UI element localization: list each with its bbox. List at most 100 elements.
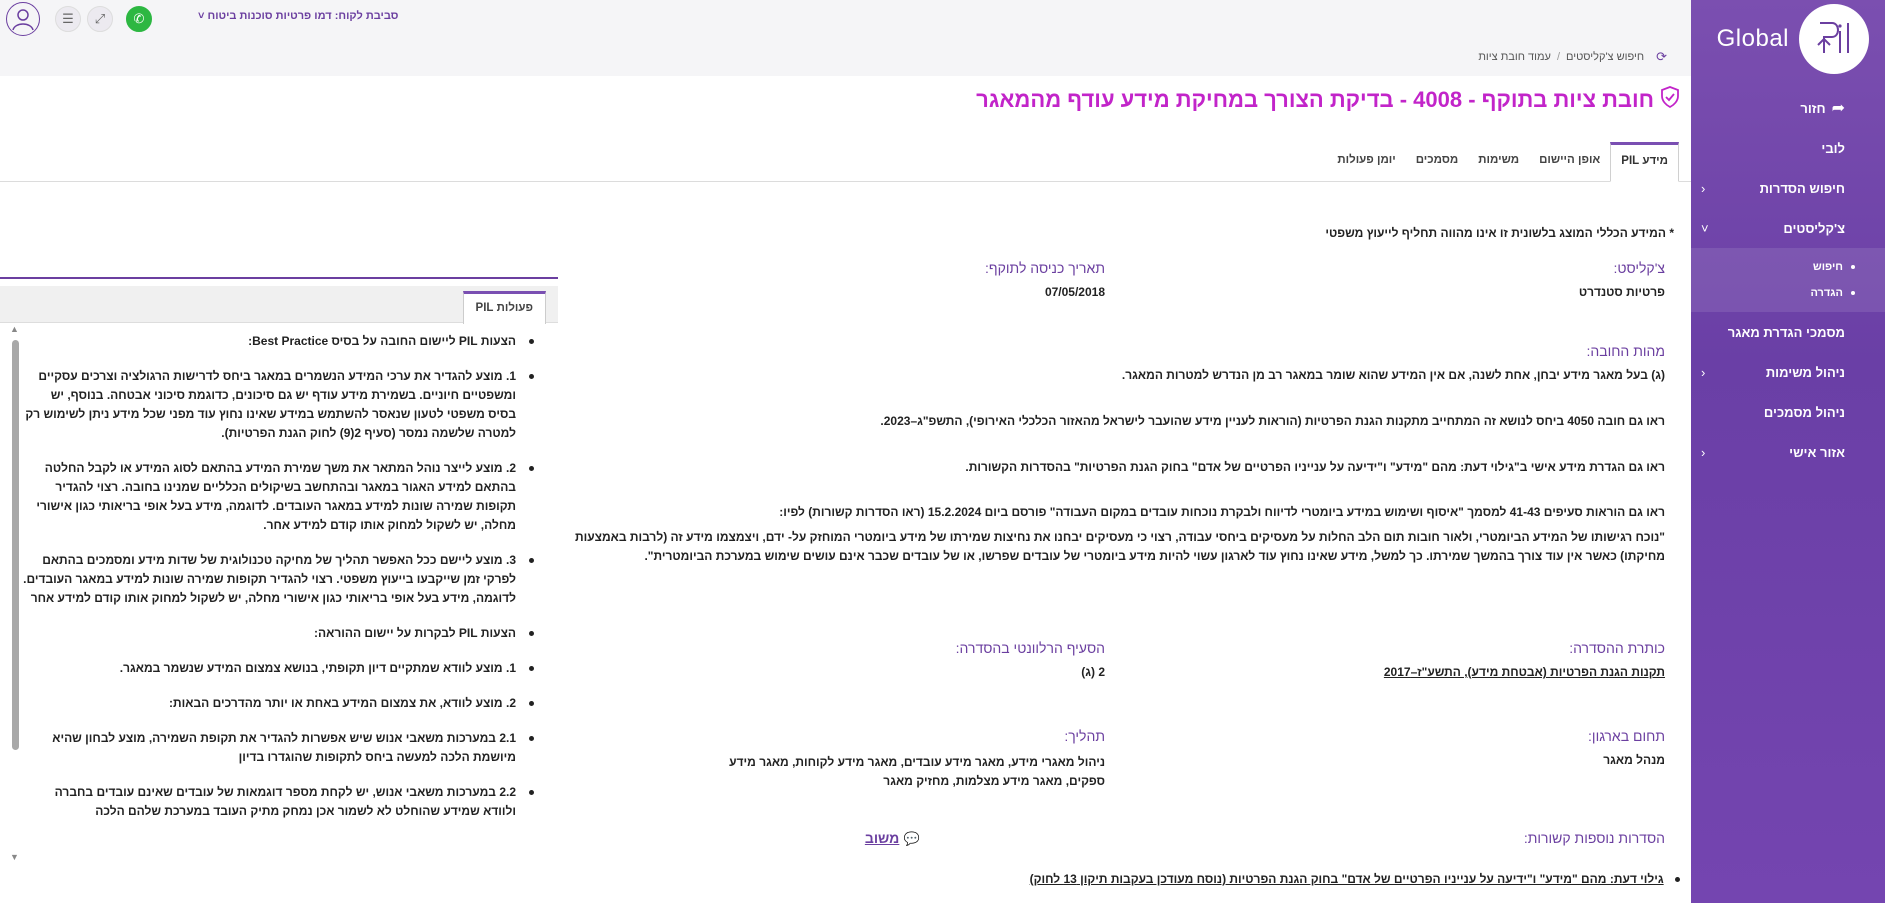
effective-date-label: תאריך כניסה לתוקף: [985,260,1105,276]
sidebar-item-checklists[interactable]: צ'קליסטים ˅ [1691,208,1885,248]
checklist-field: צ'קליסט: פרטיות סטנדרט [1125,260,1665,299]
sidebar-subitem-definition[interactable]: הגדרה [1691,280,1885,306]
list-item: הצעות PIL ליישום החובה על בסיס Best Prac… [22,332,542,351]
essence-para: "נוכח רגישותו של המידע הביומטרי, ולאור ח… [575,530,1665,563]
essence-para: ראו גם חובה 4050 ביחס לנושא זה המתחייב מ… [880,414,1665,428]
fullscreen-button[interactable]: ⤢ [87,6,113,32]
tab-implementation[interactable]: אופן היישום [1529,142,1610,182]
sidebar-item-label: צ'קליסטים [1783,220,1845,236]
process-value: ניהול מאגרי מידע, מאגר מידע עובדים, מאגר… [729,755,1105,788]
tab-pil-info[interactable]: מידע PIL [1610,142,1679,182]
panel-body: הצעות PIL ליישום החובה על בסיס Best Prac… [14,322,552,862]
feedback-link-wrap: 💬 משוב [840,830,920,848]
sidebar-item-regulation-search[interactable]: חיפוש הסדרות ‹ [1691,168,1885,208]
whatsapp-icon: ✆ [133,11,145,26]
sidebar-item-document-management[interactable]: ניהול מסמכים [1691,392,1885,432]
bullet [1675,877,1680,883]
sidebar: Global ➦ חזור לובי חיפוש הסדרות ‹ צ'קליס… [1684,0,1885,903]
list-item: 3. מוצע ליישם ככל האפשר תהליך של מחיקה ט… [22,551,542,608]
list-item: 1. מוצע להגדיר את ערכי המידע הנשמרים במא… [22,367,542,443]
essence-section: מהות החובה: (ג) בעל מאגר מידע יבחן, אחת … [555,343,1665,566]
tab-activity-log[interactable]: יומן פעולות [1327,142,1405,182]
related-link[interactable]: גילוי דעת: מהם "מידע" ו"ידיעה על ענייניו… [1030,872,1664,886]
expand-icon: ⤢ [94,11,106,26]
pil-logo-icon [1799,4,1869,74]
panel-tabs: פעולות PIL [0,286,558,324]
legal-disclaimer: * המידע הכללי המוצג בלשונית זו אינו מהוו… [1325,226,1674,240]
breadcrumb-item-checklist-search[interactable]: חיפוש צ'קליסטים [1566,51,1644,63]
related-label: הסדרות נוספות קשורות: [1523,830,1665,846]
breadcrumb-bar: ⟳ חיפוש צ'קליסטים / עמוד חובת ציות [0,36,1691,76]
hamburger-icon: ☰ [62,11,74,26]
section-label: הסעיף הרלוונטי בהסדרה: [955,640,1105,656]
org-area-label: תחום בארגון: [1588,728,1665,744]
breadcrumb-separator: / [1556,51,1561,63]
refresh-icon[interactable]: ⟳ [1656,49,1667,65]
list-item: 2.2 במערכות משאבי אנוש, יש לקחת מספר דוג… [22,783,542,821]
back-arrow-icon: ➦ [1831,100,1845,117]
sidebar-item-label: חיפוש הסדרות [1759,180,1845,196]
checklist-label: צ'קליסט: [1613,260,1665,276]
chevron-down-icon: ˅ [198,10,205,22]
section-value: 2 (ג) [1081,665,1105,679]
client-context-label: סביבת לקוח: דמו פרטיות סוכנות ביטוח [207,10,399,22]
list-item: הצעות PIL לבקרות על יישום ההוראה: [22,624,542,643]
sidebar-item-label: אזור אישי [1789,444,1845,460]
process-label: תהליך: [1064,728,1105,744]
chevron-down-icon: ˅ [1701,220,1709,236]
chevron-left-icon: ‹ [1701,444,1706,460]
effective-date-value: 07/05/2018 [1044,285,1105,299]
chat-bubble-icon: 💬 [903,831,920,846]
main-tabs: מידע PIL אופן היישום משימות מסמכים יומן … [0,142,1691,182]
chevron-left-icon: ‹ [1701,364,1706,380]
sidebar-item-label: ניהול משימות [1765,364,1845,380]
sidebar-item-db-docs[interactable]: מסמכי הגדרת מאגר [1691,312,1885,352]
regulation-title-field: כותרת ההסדרה: תקנות הגנת הפרטיות (אבטחת … [1125,640,1665,679]
list-item: 2. מוצע לייצר נוהל המתאר את משך שמירת המ… [22,459,542,535]
section-field: הסעיף הרלוונטי בהסדרה: 2 (ג) [705,640,1105,679]
sidebar-item-personal-area[interactable]: אזור אישי ‹ [1691,432,1885,472]
essence-para: ראו גם הוראות סעיפים 41-43 למסמך "איסוף … [779,505,1665,519]
panel-divider [0,277,558,279]
process-field: תהליך: ניהול מאגרי מידע, מאגר מידע עובדי… [700,728,1105,791]
sidebar-item-label: ניהול מסמכים [1763,404,1845,420]
client-context-select[interactable]: סביבת לקוח: דמו פרטיות סוכנות ביטוח ˅ [198,10,398,22]
list-item: 1. מוצע לוודא שמתקיים דיון תקופתי, בנושא… [22,659,542,678]
brand-name: Global [1716,25,1789,52]
related-field: הסדרות נוספות קשורות: [1465,830,1665,846]
tab-tasks[interactable]: משימות [1468,142,1529,182]
sidebar-submenu: חיפוש הגדרה [1684,248,1885,312]
related-list-item: גילוי דעת: מהם "מידע" ו"ידיעה על ענייניו… [1030,872,1680,886]
breadcrumb: ⟳ חיפוש צ'קליסטים / עמוד חובת ציות [1478,49,1667,65]
essence-label: מהות החובה: [1586,343,1665,359]
effective-date-field: תאריך כניסה לתוקף: 07/05/2018 [705,260,1105,299]
top-bar: ☰ ⤢ ✆ סביבת לקוח: דמו פרטיות סוכנות ביטו… [0,0,1691,36]
pil-actions-panel: פעולות PIL ▲ ▼ הצעות PIL ליישום החובה על… [0,258,558,866]
sidebar-nav: ➦ חזור לובי חיפוש הסדרות ‹ צ'קליסטים ˅ ח… [1684,88,1885,472]
menu-button[interactable]: ☰ [55,6,81,32]
page-root: ☰ ⤢ ✆ סביבת לקוח: דמו פרטיות סוכנות ביטו… [0,0,1885,903]
tab-documents[interactable]: מסמכים [1406,142,1469,182]
sidebar-item-label: לובי [1821,140,1845,156]
tab-pil-actions[interactable]: פעולות PIL [462,291,546,324]
regulation-title-link[interactable]: תקנות הגנת הפרטיות (אבטחת מידע), התשע"ז–… [1125,665,1665,679]
org-area-field: תחום בארגון: מנהל מאגר [1125,728,1665,767]
brand[interactable]: Global [1691,0,1885,78]
sidebar-item-label: חזור [1800,100,1826,116]
user-icon [12,9,34,31]
sidebar-item-label: מסמכי הגדרת מאגר [1727,324,1845,340]
sidebar-item-back[interactable]: ➦ חזור [1691,88,1885,128]
sidebar-subitem-search[interactable]: חיפוש [1691,254,1885,280]
breadcrumb-item-current: עמוד חובת ציות [1478,51,1551,63]
whatsapp-button[interactable]: ✆ [126,6,152,32]
list-item: 2. מוצע לוודא, את צמצום המידע באחת או יו… [22,694,542,713]
sidebar-item-task-management[interactable]: ניהול משימות ‹ [1691,352,1885,392]
page-title-row: חובת ציות בתוקף - 4008 - בדיקת הצורך במח… [976,86,1680,114]
sidebar-item-lobby[interactable]: לובי [1691,128,1885,168]
checklist-value: פרטיות סטנדרט [1578,285,1665,299]
list-item: 2.1 במערכות משאבי אנוש שיש אפשרות להגדיר… [22,729,542,767]
feedback-link[interactable]: משוב [865,830,900,846]
user-avatar[interactable] [6,2,40,36]
essence-para: (ג) בעל מאגר מידע יבחן, אחת לשנה, אם אין… [1121,368,1665,382]
org-area-value: מנהל מאגר [1603,753,1665,767]
